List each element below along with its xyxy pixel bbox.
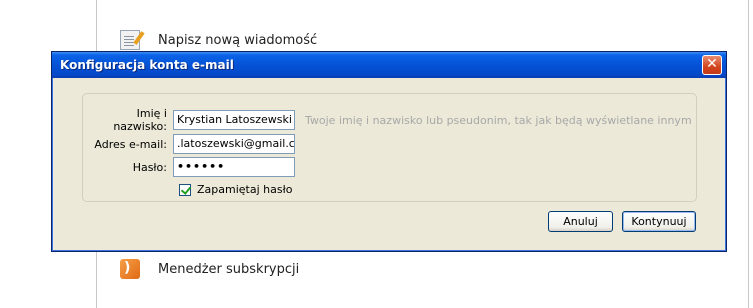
close-icon: ✕	[706, 56, 718, 72]
subscriptions-manager-item[interactable]: ) Menedżer subskrypcji	[120, 259, 299, 279]
name-hint: Twoje imię i nazwisko lub pseudonim, tak…	[305, 113, 692, 127]
divider	[748, 0, 749, 308]
email-row: Adres e-mail: .latoszewski@gmail.com	[83, 134, 295, 154]
rss-icon: )	[120, 259, 140, 279]
compose-message-label: Napisz nową wiadomość	[158, 32, 318, 48]
compose-icon	[120, 30, 140, 50]
dialog-titlebar[interactable]: Konfiguracja konta e-mail ✕	[52, 52, 726, 78]
continue-button[interactable]: Kontynuuj	[622, 211, 696, 232]
compose-message-item[interactable]: Napisz nową wiadomość	[120, 30, 317, 50]
account-setup-dialog: Konfiguracja konta e-mail ✕ Imię i nazwi…	[51, 51, 727, 252]
password-row: Hasło: ••••••	[83, 157, 295, 177]
email-input[interactable]: .latoszewski@gmail.com	[173, 134, 295, 154]
name-row: Imię i nazwisko: Krystian Latoszewski Tw…	[83, 107, 692, 133]
name-label: Imię i nazwisko:	[113, 107, 167, 133]
close-button[interactable]: ✕	[702, 55, 722, 75]
name-input[interactable]: Krystian Latoszewski	[173, 110, 295, 130]
form-group: Imię i nazwisko: Krystian Latoszewski Tw…	[82, 93, 697, 202]
dialog-title: Konfiguracja konta e-mail	[60, 58, 234, 72]
remember-password-checkbox[interactable]	[179, 183, 191, 196]
email-label: Adres e-mail:	[94, 137, 167, 151]
subscriptions-manager-label: Menedżer subskrypcji	[158, 261, 300, 277]
cancel-button[interactable]: Anuluj	[548, 211, 613, 232]
password-label: Hasło:	[132, 160, 167, 174]
password-input[interactable]: ••••••	[173, 157, 295, 177]
remember-password-label: Zapamiętaj hasło	[197, 183, 293, 196]
remember-password-option[interactable]: Zapamiętaj hasło	[179, 183, 292, 196]
